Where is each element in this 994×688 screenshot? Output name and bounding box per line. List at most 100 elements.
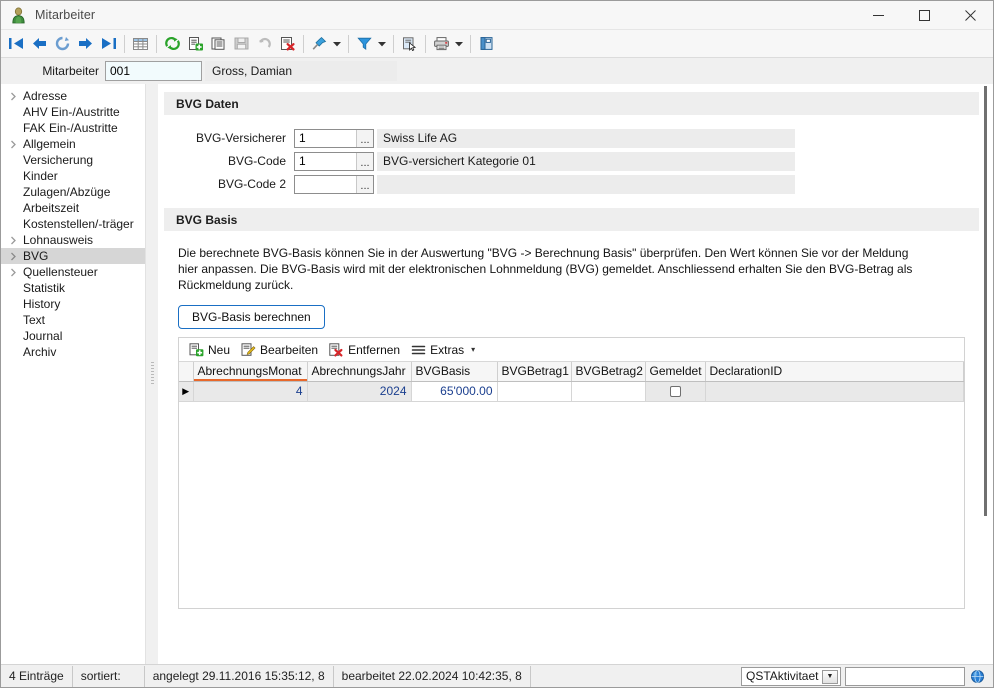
next-record-icon[interactable] bbox=[74, 32, 97, 56]
sidebar-item-arbeitszeit[interactable]: Arbeitszeit bbox=[1, 200, 145, 216]
sidebar-item-allgemein[interactable]: Allgemein bbox=[1, 136, 145, 152]
last-record-icon[interactable] bbox=[97, 32, 120, 56]
column-header-bvgbetrag2[interactable]: BVGBetrag2 bbox=[571, 362, 646, 382]
grid-extras-label: Extras bbox=[430, 342, 465, 357]
status-sorted: sortiert: bbox=[73, 665, 145, 687]
bvg-versicherer-lookup-button[interactable]: ... bbox=[356, 129, 373, 147]
sidebar-item-kostenstellen-traeger[interactable]: Kostenstellen/-träger bbox=[1, 216, 145, 232]
refresh-record-icon[interactable] bbox=[51, 32, 74, 56]
employee-number-input[interactable] bbox=[105, 61, 202, 81]
grid-remove-button[interactable]: Entfernen bbox=[325, 339, 407, 361]
grid-edit-button[interactable]: Bearbeiten bbox=[237, 339, 325, 361]
grid-extras-button[interactable]: Extras ▾ bbox=[407, 339, 482, 361]
print-dropdown-arrow[interactable] bbox=[453, 32, 466, 56]
copy-record-icon[interactable] bbox=[207, 32, 230, 56]
sidebar-item-label: BVG bbox=[23, 249, 49, 263]
column-header-abrechnungsjahr[interactable]: AbrechnungsJahr bbox=[307, 362, 412, 382]
sidebar-item-quellensteuer[interactable]: Quellensteuer bbox=[1, 264, 145, 280]
bvg-code-2-lookup-button[interactable]: ... bbox=[356, 175, 373, 193]
sidebar-item-label: Versicherung bbox=[23, 153, 94, 167]
sidebar-item-adresse[interactable]: Adresse bbox=[1, 88, 145, 104]
table-view-icon[interactable] bbox=[129, 32, 152, 56]
bvg-versicherer-input[interactable] bbox=[295, 129, 356, 147]
column-header-declarationid[interactable]: DeclarationID bbox=[705, 362, 964, 382]
chevron-right-icon[interactable] bbox=[5, 248, 21, 264]
close-button[interactable] bbox=[947, 1, 993, 30]
pin-dropdown-arrow[interactable] bbox=[331, 32, 344, 56]
column-header-bvgbasis[interactable]: BVGBasis bbox=[411, 362, 498, 382]
new-record-icon[interactable] bbox=[184, 32, 207, 56]
sidebar-item-ahv-ein-austritte[interactable]: AHV Ein-/Austritte bbox=[1, 104, 145, 120]
calculate-bvg-basis-button[interactable]: BVG-Basis berechnen bbox=[178, 305, 325, 329]
sidebar-item-text[interactable]: Text bbox=[1, 312, 145, 328]
status-activity-field[interactable] bbox=[845, 666, 965, 686]
first-record-icon[interactable] bbox=[5, 32, 28, 56]
export-icon[interactable] bbox=[475, 32, 498, 56]
chevron-right-icon[interactable] bbox=[5, 88, 21, 104]
column-header-gemeldet[interactable]: Gemeldet bbox=[645, 362, 706, 382]
sidebar-item-journal[interactable]: Journal bbox=[1, 328, 145, 344]
filter-dropdown-arrow[interactable] bbox=[376, 32, 389, 56]
record-bar: Mitarbeiter Gross, Damian bbox=[1, 58, 993, 84]
pin-icon[interactable] bbox=[308, 32, 331, 56]
bvg-daten-title: BVG Daten bbox=[164, 92, 979, 115]
sidebar-item-archiv[interactable]: Archiv bbox=[1, 344, 145, 360]
globe-icon[interactable] bbox=[967, 667, 987, 686]
cell-abrechnungsjahr[interactable]: 2024 bbox=[307, 381, 412, 402]
panel-splitter[interactable] bbox=[146, 84, 158, 664]
sidebar-item-fak-ein-austritte[interactable]: FAK Ein-/Austritte bbox=[1, 120, 145, 136]
previous-record-icon[interactable] bbox=[28, 32, 51, 56]
filter-icon[interactable] bbox=[353, 32, 376, 56]
bvg-code-field[interactable]: ... bbox=[294, 151, 374, 171]
sidebar-item-label: History bbox=[23, 297, 61, 311]
select-icon[interactable] bbox=[398, 32, 421, 56]
minimize-button[interactable] bbox=[855, 1, 901, 30]
sidebar-item-versicherung[interactable]: Versicherung bbox=[1, 152, 145, 168]
column-header-bvgbetrag1[interactable]: BVGBetrag1 bbox=[497, 362, 572, 382]
content-scrollbar[interactable] bbox=[980, 86, 991, 662]
table-row[interactable]: ▶ 4 2024 65'000.00 bbox=[179, 381, 964, 402]
print-icon[interactable] bbox=[430, 32, 453, 56]
grid-new-label: Neu bbox=[208, 342, 231, 357]
chevron-right-icon[interactable] bbox=[5, 264, 21, 280]
sidebar-item-kinder[interactable]: Kinder bbox=[1, 168, 145, 184]
cell-bvgbasis[interactable]: 65'000.00 bbox=[411, 381, 498, 402]
sidebar-item-zulagen-abzuege[interactable]: Zulagen/Abzüge bbox=[1, 184, 145, 200]
bvg-code-2-field[interactable]: ... bbox=[294, 174, 374, 194]
delete-record-icon[interactable] bbox=[276, 32, 299, 56]
bvg-code-input[interactable] bbox=[295, 152, 356, 170]
bvg-code-lookup-button[interactable]: ... bbox=[356, 152, 373, 170]
sidebar-item-bvg[interactable]: BVG bbox=[1, 248, 145, 264]
status-activity-select[interactable]: QSTAktivitaet ▼ bbox=[741, 666, 841, 686]
sidebar-item-statistik[interactable]: Statistik bbox=[1, 280, 145, 296]
chevron-right-icon[interactable] bbox=[5, 232, 21, 248]
column-header-abrechnungsmonat[interactable]: AbrechnungsMonat bbox=[193, 362, 308, 382]
maximize-button[interactable] bbox=[901, 1, 947, 30]
bvg-versicherer-field[interactable]: ... bbox=[294, 128, 374, 148]
chevron-down-icon[interactable]: ▼ bbox=[822, 669, 838, 684]
grid-new-button[interactable]: Neu bbox=[185, 339, 237, 361]
cell-gemeldet[interactable] bbox=[645, 381, 706, 402]
content-scrollbar-thumb[interactable] bbox=[984, 86, 987, 516]
sidebar-item-history[interactable]: History bbox=[1, 296, 145, 312]
extras-caret-icon[interactable]: ▾ bbox=[471, 345, 475, 354]
bvg-daten-form: BVG-Versicherer ... Swiss Life AG BVG-Co… bbox=[164, 115, 979, 202]
bvg-basis-grid: AbrechnungsMonat AbrechnungsJahr BVGBasi… bbox=[179, 362, 964, 402]
cell-abrechnungsmonat[interactable]: 4 bbox=[193, 381, 308, 402]
gemeldet-checkbox[interactable] bbox=[669, 386, 681, 398]
navigation-tree: Adresse AHV Ein-/Austritte FAK Ein-/Aust… bbox=[1, 84, 146, 664]
chevron-right-icon[interactable] bbox=[5, 136, 21, 152]
window-controls bbox=[855, 1, 993, 30]
cell-declarationid[interactable] bbox=[705, 381, 964, 402]
bvg-code-2-input[interactable] bbox=[295, 175, 356, 193]
separator-6 bbox=[425, 34, 426, 53]
sidebar-item-lohnausweis[interactable]: Lohnausweis bbox=[1, 232, 145, 248]
sidebar-item-label: AHV Ein-/Austritte bbox=[23, 105, 120, 119]
status-created: angelegt 29.11.2016 15:35:12, 8 bbox=[145, 665, 334, 687]
cell-bvgbetrag1[interactable] bbox=[497, 381, 572, 402]
cell-bvgbetrag2[interactable] bbox=[571, 381, 646, 402]
refresh-icon[interactable] bbox=[161, 32, 184, 56]
